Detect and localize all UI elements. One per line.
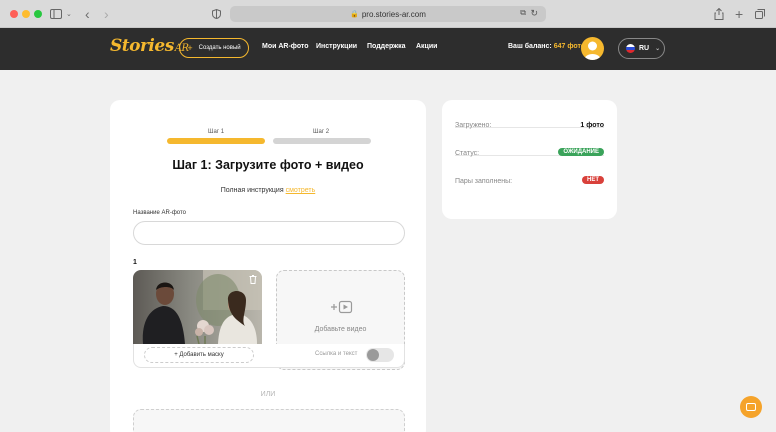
chat-widget-button[interactable] <box>740 396 762 418</box>
chevron-down-icon: ⌄ <box>655 46 661 52</box>
reload-icon[interactable]: ↻ <box>530 8 538 19</box>
lock-icon: 🔒 <box>350 11 359 18</box>
ar-photo-name-input[interactable] <box>133 221 405 245</box>
link-and-text-label: Ссылка и текст <box>315 351 358 357</box>
add-mask-button[interactable]: + Добавить маску <box>144 347 254 363</box>
pair-options-bar: + Добавить маску Ссылка и текст <box>133 344 405 368</box>
pairs-filled-row: Пары заполнены: НЕТ <box>455 156 604 185</box>
tab-overview-icon[interactable] <box>755 6 765 22</box>
balance-label: Ваш баланс: <box>508 43 552 50</box>
instruction-text: Полная инструкция <box>220 187 284 194</box>
add-video-label: Добавьте видео <box>314 326 367 333</box>
step-1-progress <box>167 138 265 144</box>
step-1-label: Шаг 1 <box>208 129 225 135</box>
share-icon[interactable] <box>714 6 724 22</box>
step-2-label: Шаг 2 <box>313 129 330 135</box>
nav-promotions[interactable]: Акции <box>416 43 437 50</box>
upload-dropzone[interactable] <box>133 409 405 432</box>
or-divider: ИЛИ <box>260 391 276 398</box>
close-window-button[interactable] <box>10 10 18 18</box>
nav-support[interactable]: Поддержка <box>367 43 406 50</box>
nav-instructions[interactable]: Инструкции <box>316 43 357 50</box>
pairs-filled-label: Пары заполнены: <box>455 178 513 185</box>
uploaded-photo[interactable] <box>133 270 262 344</box>
instruction-link[interactable]: смотреть <box>286 187 316 194</box>
pairs-filled-badge: НЕТ <box>582 176 604 184</box>
instruction-line: Полная инструкция смотреть <box>110 187 426 194</box>
page-title: Шаг 1: Загрузите фото + видео <box>172 158 364 172</box>
toggle-knob <box>367 349 379 361</box>
pair-number: 1 <box>133 259 137 266</box>
status-card: Загружено: 1 фото Статус: ОЖИДАНИЕ Пары … <box>442 100 617 219</box>
step-2-progress <box>273 138 371 144</box>
logo-text: Stories <box>110 36 174 56</box>
avatar[interactable] <box>581 37 604 60</box>
new-tab-icon[interactable]: + <box>735 6 743 22</box>
back-arrow-icon[interactable]: ‹ <box>85 6 90 22</box>
privacy-shield-icon[interactable] <box>212 6 221 22</box>
status-row: Статус: ОЖИДАНИЕ <box>455 128 604 157</box>
status-badge: ОЖИДАНИЕ <box>558 148 604 156</box>
create-new-label: Создать новый <box>198 45 241 51</box>
translate-icon[interactable]: ⧉ <box>520 8 526 18</box>
ar-photo-name-label: Название AR-фото <box>133 210 186 216</box>
upload-form-card: Шаг 1 Шаг 2 Шаг 1: Загрузите фото + виде… <box>110 100 426 432</box>
sidebar-icon[interactable] <box>50 6 62 22</box>
language-selector[interactable]: RU ⌄ <box>618 38 665 59</box>
zoom-window-button[interactable] <box>34 10 42 18</box>
balance: Ваш баланс: 647 фото <box>508 43 585 50</box>
chat-icon <box>746 403 756 411</box>
uploaded-row: Загружено: 1 фото <box>455 100 604 129</box>
plus-icon: + <box>187 43 193 53</box>
add-video-icon <box>331 300 353 314</box>
create-new-button[interactable]: + Создать новый <box>179 38 249 58</box>
minimize-window-button[interactable] <box>22 10 30 18</box>
wedding-photo-image <box>133 270 262 344</box>
site-header: StoriesAR + Создать новый Мои AR-фото Ин… <box>0 28 776 70</box>
nav-my-ar-photos[interactable]: Мои AR-фото <box>262 43 309 50</box>
address-bar[interactable]: 🔒 pro.stories-ar.com ⧉ ↻ <box>230 6 546 22</box>
browser-toolbar: ⌄ ‹ › 🔒 pro.stories-ar.com ⧉ ↻ + <box>0 0 776 28</box>
link-and-text-toggle[interactable] <box>366 348 394 362</box>
language-label: RU <box>639 45 650 52</box>
forward-arrow-icon[interactable]: › <box>104 6 109 22</box>
trash-icon[interactable] <box>249 275 258 285</box>
russia-flag-icon <box>626 44 635 53</box>
logo[interactable]: StoriesAR <box>110 36 189 56</box>
url-text: pro.stories-ar.com <box>361 9 426 19</box>
chevron-down-icon[interactable]: ⌄ <box>66 6 72 22</box>
